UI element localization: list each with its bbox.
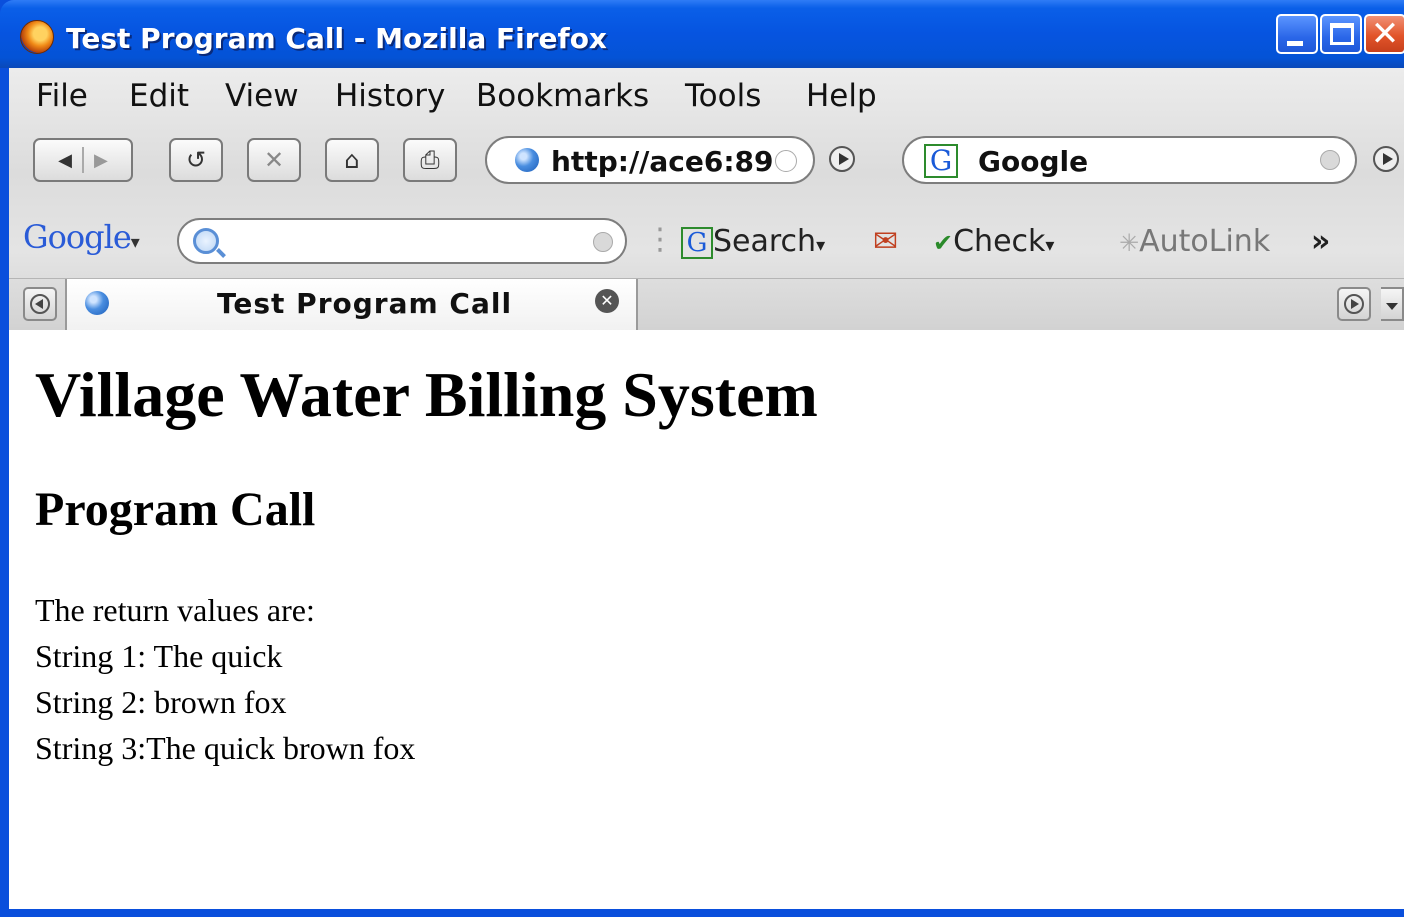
page-content: Village Water Billing System Program Cal… xyxy=(9,330,1404,913)
chevron-down-icon: ▾ xyxy=(816,235,826,256)
autolink-wand-icon: ✳ xyxy=(1119,229,1140,257)
tab-list-dropdown-icon[interactable] xyxy=(1381,287,1404,321)
menu-edit[interactable]: Edit xyxy=(129,78,189,114)
chevron-down-icon: ▾ xyxy=(130,232,140,253)
reload-button[interactable]: ↺ xyxy=(169,138,223,182)
divider xyxy=(82,147,84,173)
minimize-button[interactable] xyxy=(1276,14,1318,54)
search-go-icon[interactable] xyxy=(1373,146,1399,172)
minimize-icon xyxy=(1287,41,1303,46)
autolink-label: AutoLink xyxy=(1139,224,1271,259)
magnifier-icon xyxy=(193,228,219,254)
firefox-icon xyxy=(20,20,54,54)
google-logo-text: Google xyxy=(23,218,132,256)
menu-help[interactable]: Help xyxy=(806,78,877,114)
menu-tools[interactable]: Tools xyxy=(685,78,761,114)
chevron-down-icon: ▾ xyxy=(1045,235,1055,256)
menu-bar: File Edit View History Bookmarks Tools H… xyxy=(9,68,1404,124)
search-engine-label: Google xyxy=(978,145,1089,178)
menu-view[interactable]: View xyxy=(225,78,299,114)
tab-scroll-right-button[interactable] xyxy=(1337,287,1371,321)
maximize-button[interactable] xyxy=(1320,14,1362,54)
back-icon[interactable]: ◀ xyxy=(58,150,72,171)
spell-check-button[interactable]: ✔Check▾ xyxy=(933,224,1054,259)
go-icon[interactable] xyxy=(829,146,855,172)
google-logo[interactable]: Google▾ xyxy=(23,218,140,256)
url-dropdown-icon[interactable] xyxy=(775,150,797,172)
google-search-button[interactable]: G Search▾ xyxy=(681,224,825,259)
spellcheck-icon: ✔ xyxy=(933,229,954,257)
url-text[interactable]: http://ace6:89 xyxy=(551,145,774,178)
menu-file[interactable]: File xyxy=(36,78,88,114)
close-icon: ✕ xyxy=(1370,14,1400,54)
forward-icon[interactable]: ▶ xyxy=(94,150,108,171)
title-bar[interactable]: Test Program Call - Mozilla Firefox ✕ xyxy=(0,0,1404,68)
menu-bookmarks[interactable]: Bookmarks xyxy=(476,78,649,114)
tab-favicon-globe-icon xyxy=(85,291,109,315)
page-subheading: Program Call xyxy=(35,483,316,536)
site-globe-icon xyxy=(515,148,539,172)
print-icon: ⎙ xyxy=(420,146,440,174)
navigation-toolbar: ◀ ▶ ↺ ✕ ⌂ ⎙ http://ace6:89 G Google xyxy=(9,124,1404,204)
google-engine-icon[interactable]: G xyxy=(924,144,958,178)
print-button[interactable]: ⎙ xyxy=(403,138,457,182)
toolbar-grip-icon: ⋮ xyxy=(645,222,675,257)
tab-close-icon[interactable]: ✕ xyxy=(595,289,619,313)
toolbar-overflow-button[interactable]: » xyxy=(1311,224,1330,259)
maximize-icon xyxy=(1330,23,1354,45)
scroll-right-icon xyxy=(1344,294,1364,314)
stop-button[interactable]: ✕ xyxy=(247,138,301,182)
scroll-left-icon xyxy=(30,294,50,314)
return-values-label: The return values are: xyxy=(35,592,315,628)
home-icon: ⌂ xyxy=(344,146,360,174)
close-window-button[interactable]: ✕ xyxy=(1364,14,1404,54)
string-3-line: String 3:The quick brown fox xyxy=(35,730,416,766)
autolink-button[interactable]: ✳AutoLink xyxy=(1119,224,1270,259)
back-forward-button[interactable]: ◀ ▶ xyxy=(33,138,133,182)
google-g-icon: G xyxy=(681,227,713,259)
tab-label: Test Program Call xyxy=(217,287,513,320)
search-bar[interactable]: G Google xyxy=(902,136,1357,184)
menu-history[interactable]: History xyxy=(335,78,445,114)
reload-icon: ↺ xyxy=(185,146,207,174)
search-label: Search xyxy=(713,224,817,259)
page-heading: Village Water Billing System xyxy=(35,359,818,430)
stop-icon: ✕ xyxy=(263,146,285,174)
browser-window: Test Program Call - Mozilla Firefox ✕ Fi… xyxy=(0,0,1404,917)
search-dropdown-icon[interactable] xyxy=(1320,150,1340,170)
window-title: Test Program Call - Mozilla Firefox xyxy=(66,22,607,55)
home-button[interactable]: ⌂ xyxy=(325,138,379,182)
popup-blocker-icon[interactable]: ✉ xyxy=(873,224,898,259)
check-label: Check xyxy=(953,224,1046,259)
google-toolbar: Google▾ ⋮ G Search▾ ✉ ✔Check▾ ✳AutoLink » xyxy=(9,204,1404,278)
google-search-input[interactable] xyxy=(177,218,627,264)
google-search-dropdown-icon[interactable] xyxy=(593,232,613,252)
url-bar[interactable]: http://ace6:89 xyxy=(485,136,815,184)
string-1-line: String 1: The quick xyxy=(35,638,283,674)
tab-test-program-call[interactable]: Test Program Call ✕ xyxy=(65,279,638,331)
browser-chrome: File Edit View History Bookmarks Tools H… xyxy=(9,68,1404,331)
tab-scroll-left-button[interactable] xyxy=(23,287,57,321)
string-2-line: String 2: brown fox xyxy=(35,684,287,720)
tab-bar: Test Program Call ✕ xyxy=(9,278,1404,331)
